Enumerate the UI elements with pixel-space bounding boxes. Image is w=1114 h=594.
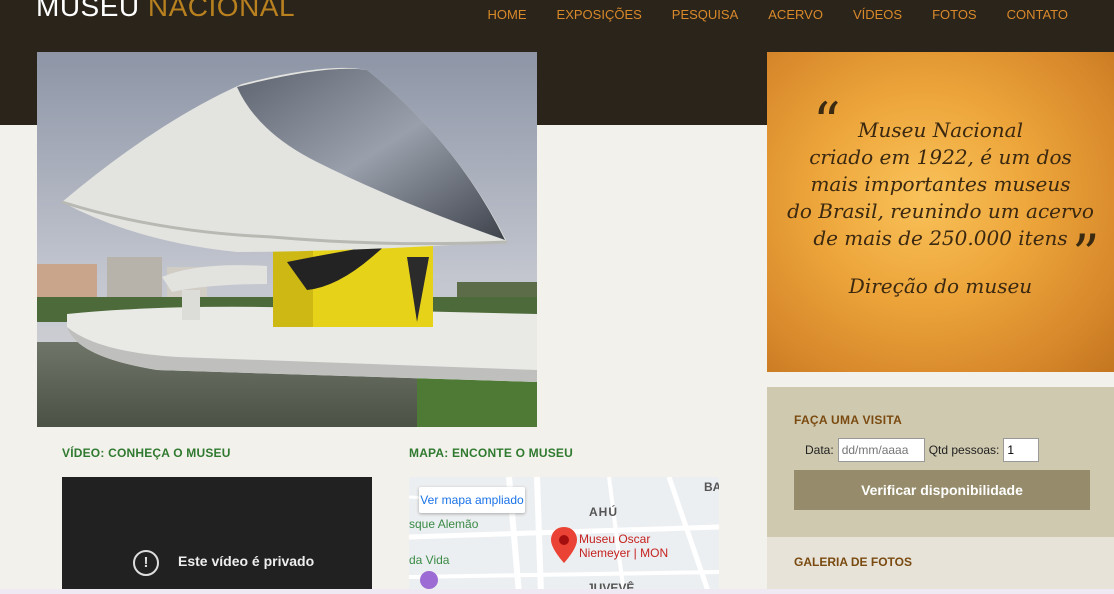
museum-building-illustration [37,52,537,427]
video-private-message: Este vídeo é privado [178,553,315,569]
visit-form-row: Data: Qtd pessoas: [805,438,1040,462]
quote-line: mais importantes museus [810,172,1071,196]
logo-word-nacional: NACIONAL [147,0,296,22]
map-label-parque: sque Alemão [409,517,479,531]
map-pin-icon[interactable] [551,527,577,563]
nav-exposicoes[interactable]: EXPOSIÇÕES [542,7,657,22]
nav-home[interactable]: HOME [473,7,542,22]
hero-museum-photo [37,52,537,427]
place-marker-icon [420,571,438,589]
quote-author: Direção do museu [848,274,1033,298]
map-place-name: Museu Oscar [579,532,651,546]
alert-icon: ! [133,550,159,576]
view-larger-map-link[interactable]: Ver mapa ampliado [419,487,525,513]
visit-booking-box: FAÇA UMA VISITA Data: Qtd pessoas: Verif… [767,387,1114,537]
site-logo[interactable]: MUSEU NACIONAL [36,0,295,23]
nav-acervo[interactable]: ACERVO [753,7,838,22]
map-label-vida: da Vida [409,553,450,567]
qty-label: Qtd pessoas: [928,443,1000,457]
map-label-ahu: AHÚ [589,505,618,519]
map-embed[interactable]: Ver mapa ampliado BA AHÚ sque Alemão da … [409,477,719,594]
video-embed[interactable]: ! Este vídeo é privado [62,477,372,594]
map-label-ba: BA [704,480,719,494]
main-nav: HOME EXPOSIÇÕES PESQUISA ACERVO VÍDEOS F… [473,7,1068,22]
quote-panel: “ ” Museu Nacional criado em 1922, é um … [767,52,1114,372]
quote-line: de mais de 250.000 itens [813,226,1068,250]
quote-line: criado em 1922, é um dos [809,145,1072,169]
map-place-name-2: Niemeyer | MON [579,546,669,560]
nav-videos[interactable]: VÍDEOS [838,7,917,22]
nav-contato[interactable]: CONTATO [992,7,1068,22]
nav-pesquisa[interactable]: PESQUISA [657,7,753,22]
check-availability-button[interactable]: Verificar disponibilidade [794,470,1090,510]
map-section-title: MAPA: ENCONTE O MUSEU [409,446,573,460]
gallery-title: GALERIA DE FOTOS [794,555,913,569]
video-section-title: VÍDEO: CONHEÇA O MUSEU [62,446,231,460]
date-label: Data: [805,443,834,457]
quote-line: do Brasil, reunindo um acervo [787,199,1094,223]
visit-title: FAÇA UMA VISITA [794,413,903,427]
logo-word-museu: MUSEU [36,0,140,22]
nav-fotos[interactable]: FOTOS [917,7,992,22]
page-bottom-edge [0,589,1114,594]
qty-input[interactable] [1003,438,1040,462]
photo-gallery-section: GALERIA DE FOTOS [767,537,1114,594]
quote-line: Museu Nacional [858,118,1023,142]
date-input[interactable] [837,438,925,462]
